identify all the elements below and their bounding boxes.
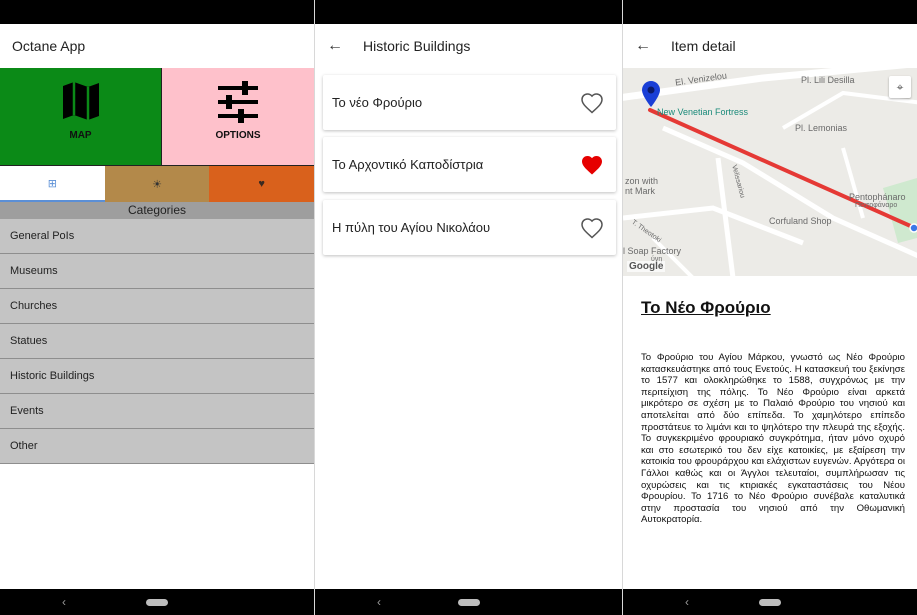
status-bar: [623, 0, 917, 24]
map-label-shop: Corfuland Shop: [769, 216, 832, 226]
list-item-title: Η πύλη του Αγίου Νικολάου: [332, 220, 491, 235]
nav-back-icon[interactable]: ‹: [685, 594, 689, 610]
map-tile-label: MAP: [69, 130, 92, 141]
category-list: General PoIs Museums Churches Statues Hi…: [0, 219, 314, 464]
locate-button[interactable]: ⌖: [889, 76, 911, 98]
nav-back-icon[interactable]: ‹: [62, 594, 66, 610]
heart-icon: ♥: [258, 178, 265, 190]
map-tile[interactable]: MAP: [0, 68, 162, 166]
detail-description: Το Φρούριο του Αγίου Μάρκου, γνωστό ως Ν…: [641, 352, 905, 526]
options-tile-label: OPTIONS: [215, 130, 261, 141]
options-tile[interactable]: OPTIONS: [162, 68, 314, 166]
list-item[interactable]: Το νέο Φρούριο: [323, 75, 616, 130]
status-bar: [315, 0, 622, 24]
categories-header: Categories: [0, 202, 314, 219]
map-label-poi: zon with: [625, 176, 659, 186]
tab-grid[interactable]: ⊞: [0, 166, 105, 202]
list-item-title: Το Αρχοντικό Καποδίστρια: [332, 157, 484, 172]
tab-favorites[interactable]: ♥: [209, 166, 314, 202]
google-logo: Google: [627, 261, 666, 272]
screen-list: ← Historic Buildings Το νέο Φρούριο Το Α…: [315, 0, 622, 615]
map-label-poi: Pentophánaro: [849, 192, 906, 202]
nav-bar: ‹: [623, 589, 917, 615]
status-bar: [0, 0, 314, 24]
nav-bar: ‹: [0, 589, 314, 615]
map-label-fortress: New Venetian Fortress: [657, 107, 749, 117]
map-label-square: Pl. Lemonias: [795, 123, 848, 133]
sliders-icon: [218, 81, 258, 123]
nav-home-button[interactable]: [457, 599, 480, 606]
back-arrow-icon[interactable]: ←: [635, 37, 655, 55]
nav-home-button[interactable]: [759, 599, 781, 606]
map-background: [623, 68, 917, 276]
category-item-historic-buildings[interactable]: Historic Buildings: [0, 359, 314, 394]
app-bar: Octane App: [0, 24, 314, 68]
map-view[interactable]: El. Venizelou Pl. Lili Desilla New Venet…: [623, 68, 917, 276]
category-item-statues[interactable]: Statues: [0, 324, 314, 359]
page-title: Item detail: [671, 38, 736, 54]
map-label-poi: Πεντοφάναρο: [855, 202, 898, 209]
category-item-museums[interactable]: Museums: [0, 254, 314, 289]
category-item-general-pois[interactable]: General PoIs: [0, 219, 314, 254]
location-marker-icon[interactable]: [642, 81, 660, 107]
tab-sun[interactable]: ☀: [104, 166, 210, 202]
map-label-square: Pl. Lili Desilla: [801, 75, 855, 85]
heart-outline-icon[interactable]: [580, 92, 604, 114]
category-item-churches[interactable]: Churches: [0, 289, 314, 324]
list-item[interactable]: Το Αρχοντικό Καποδίστρια: [323, 137, 616, 192]
back-arrow-icon[interactable]: ←: [327, 37, 347, 55]
list-item-title: Το νέο Φρούριο: [332, 95, 423, 110]
category-item-events[interactable]: Events: [0, 394, 314, 429]
locate-icon: ⌖: [896, 79, 904, 94]
grid-icon: ⊞: [47, 177, 57, 190]
map-label-poi: nt Mark: [625, 186, 656, 196]
heart-filled-icon[interactable]: [580, 154, 604, 176]
detail-title: Το Νέο Φρούριο: [641, 298, 771, 317]
nav-back-icon[interactable]: ‹: [377, 594, 381, 610]
category-item-other[interactable]: Other: [0, 429, 314, 464]
page-title: Historic Buildings: [363, 38, 471, 54]
screen-detail: ← Item detail El. Venizelou Pl. Lili Des…: [623, 0, 917, 615]
sun-icon: ☀: [152, 178, 162, 191]
app-bar: ← Historic Buildings: [315, 24, 622, 68]
screen-home: Octane App MAP OPTIONS ⊞ ☀ ♥ Categories: [0, 0, 314, 615]
nav-bar: ‹: [315, 589, 622, 615]
map-icon: [62, 82, 99, 120]
heart-outline-icon[interactable]: [580, 217, 604, 239]
app-title: Octane App: [12, 38, 86, 54]
category-tabs: ⊞ ☀ ♥: [0, 166, 314, 202]
nav-home-button[interactable]: [146, 599, 168, 606]
list-item[interactable]: Η πύλη του Αγίου Νικολάου: [323, 200, 616, 255]
map-label-poi: l Soap Factory: [623, 246, 682, 256]
app-bar: ← Item detail: [623, 24, 917, 68]
